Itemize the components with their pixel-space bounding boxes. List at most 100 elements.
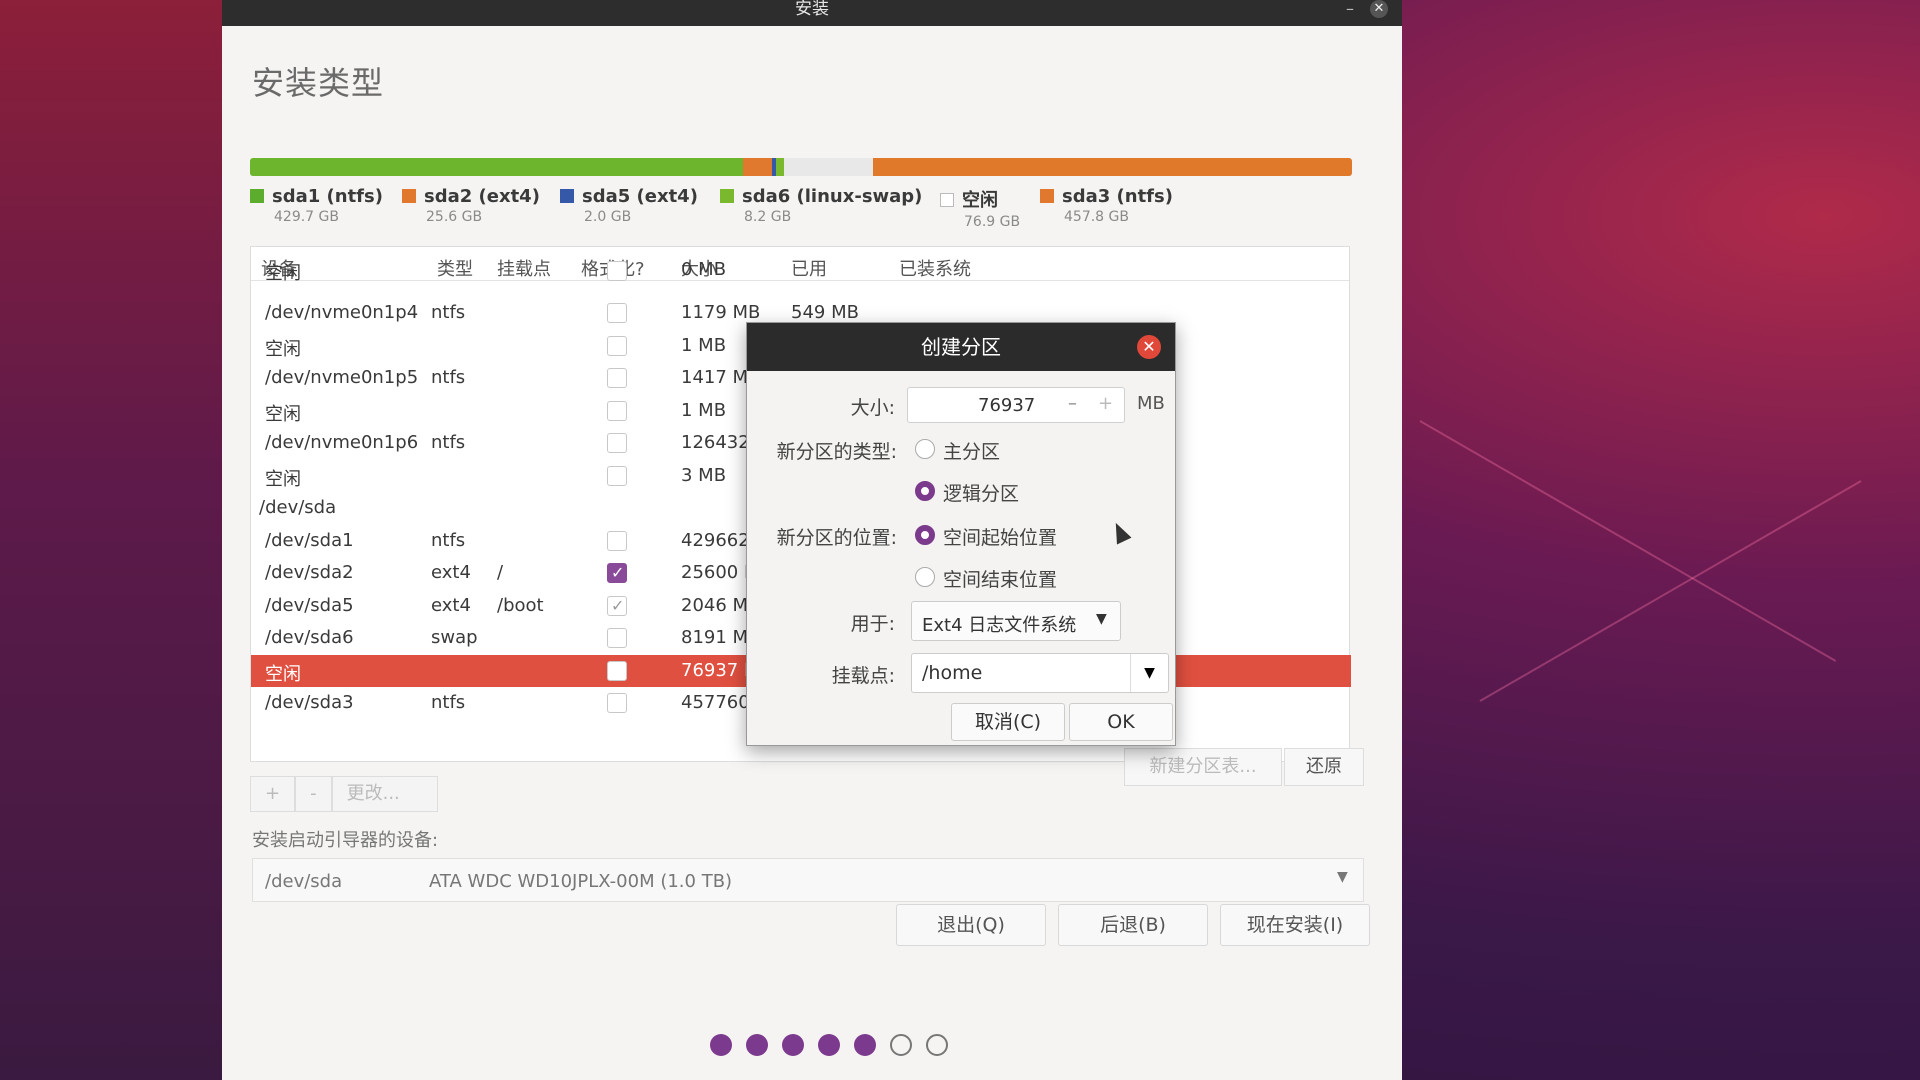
dialog-close-button[interactable]: ✕ — [1137, 335, 1161, 359]
format-checkbox[interactable] — [607, 595, 627, 616]
location-end-radio[interactable] — [915, 567, 935, 587]
mount-point-combo[interactable]: /home ▼ — [911, 653, 1169, 693]
cell-size: 457760 — [681, 692, 750, 713]
primary-partition-radio[interactable] — [915, 439, 935, 459]
cell-type: ntfs — [431, 432, 466, 453]
size-spinbutton[interactable]: 76937 – + — [907, 387, 1125, 423]
format-checkbox[interactable] — [607, 400, 627, 421]
legend-item: 空闲 76.9 GB — [940, 186, 1020, 230]
new-partition-table-button[interactable]: 新建分区表... — [1124, 748, 1282, 786]
progress-dot — [710, 1034, 732, 1056]
format-checkbox[interactable] — [607, 335, 627, 356]
legend-swatch — [720, 189, 734, 203]
legend-name: sda3 (ntfs) — [1062, 186, 1173, 207]
format-checkbox[interactable] — [607, 433, 627, 453]
format-checkbox[interactable] — [607, 660, 627, 681]
cell-device: /dev/nvme0n1p4 — [265, 302, 419, 323]
bootloader-device-select[interactable]: /dev/sda ATA WDC WD10JPLX-00M (1.0 TB) ▼ — [252, 858, 1364, 902]
use-as-value: Ext4 日志文件系统 — [922, 615, 1077, 636]
legend-size: 429.7 GB — [274, 209, 339, 225]
location-end-label[interactable]: 空间结束位置 — [943, 565, 1057, 592]
background-decoration — [1479, 480, 1862, 702]
use-as-label: 用于: — [850, 613, 895, 635]
format-checkbox[interactable] — [607, 693, 627, 713]
format-checkbox[interactable] — [607, 303, 627, 323]
cell-device: /dev/sda1 — [265, 529, 354, 551]
legend-swatch — [250, 189, 264, 203]
format-checkbox[interactable] — [607, 465, 627, 486]
format-checkbox[interactable] — [607, 530, 627, 551]
add-partition-button[interactable]: + — [250, 776, 296, 812]
partition-bar-segment — [872, 158, 1352, 176]
cell-device: /dev/sda — [259, 497, 337, 518]
dialog-cancel-button[interactable]: 取消(C) — [951, 703, 1065, 741]
cell-size: 0 MB — [681, 259, 727, 280]
page-title: 安装类型 — [252, 64, 385, 102]
partition-bar-segment — [784, 158, 873, 176]
window-titlebar: 安装 – ✕ — [222, 0, 1402, 26]
cell-size: 8191 M — [681, 627, 749, 648]
legend-name: sda1 (ntfs) — [272, 186, 383, 207]
cell-type: ntfs — [431, 529, 466, 551]
quit-button[interactable]: 退出(Q) — [896, 904, 1046, 946]
legend-item: sda2 (ext4) 25.6 GB — [402, 186, 540, 225]
logical-partition-radio[interactable] — [915, 481, 935, 501]
legend-name: sda6 (linux-swap) — [742, 186, 923, 207]
legend-size: 457.8 GB — [1064, 209, 1129, 225]
logical-partition-label[interactable]: 逻辑分区 — [943, 479, 1019, 506]
location-begin-label[interactable]: 空间起始位置 — [943, 523, 1057, 550]
cell-size: 25600 I — [681, 562, 750, 583]
minimize-button[interactable]: – — [1346, 0, 1354, 18]
format-checkbox[interactable] — [607, 563, 627, 583]
legend-size: 76.9 GB — [964, 214, 1021, 230]
table-row[interactable]: 空闲 0 MB — [251, 259, 1351, 285]
partition-legend: sda1 (ntfs) 429.7 GB sda2 (ext4) 25.6 GB… — [250, 186, 1360, 230]
cell-size: 1179 MB — [681, 302, 761, 323]
legend-name: 空闲 — [962, 190, 998, 211]
bootloader-label: 安装启动引导器的设备: — [252, 830, 439, 851]
format-checkbox[interactable] — [607, 368, 627, 388]
progress-dot — [746, 1034, 768, 1056]
cell-size: 76937 I — [681, 659, 750, 681]
revert-button[interactable]: 还原 — [1284, 748, 1364, 786]
legend-item: sda5 (ext4) 2.0 GB — [560, 186, 698, 225]
legend-swatch — [402, 189, 416, 203]
progress-dot — [854, 1034, 876, 1056]
increment-button[interactable]: + — [1098, 393, 1113, 414]
progress-dot — [890, 1034, 912, 1056]
location-begin-radio[interactable] — [915, 525, 935, 545]
chevron-down-icon[interactable]: ▼ — [1130, 654, 1168, 692]
bootloader-description: ATA WDC WD10JPLX-00M (1.0 TB) — [429, 871, 733, 892]
partition-bar — [250, 158, 1352, 176]
legend-size: 8.2 GB — [744, 209, 792, 225]
partition-bar-segment — [250, 158, 743, 176]
use-as-select[interactable]: Ext4 日志文件系统 ▼ — [911, 601, 1121, 641]
cell-size: 126432 — [681, 432, 750, 453]
remove-partition-button[interactable]: - — [295, 776, 332, 812]
legend-swatch — [1040, 189, 1054, 203]
legend-size: 2.0 GB — [584, 209, 632, 225]
size-value[interactable]: 76937 — [978, 395, 1035, 416]
format-checkbox[interactable] — [607, 628, 627, 648]
cell-type: ntfs — [431, 302, 466, 323]
type-label: 新分区的类型: — [776, 441, 897, 463]
primary-partition-label[interactable]: 主分区 — [943, 437, 1000, 464]
window-close-button[interactable]: ✕ — [1370, 0, 1388, 18]
dialog-ok-button[interactable]: OK — [1069, 703, 1173, 741]
cell-size: 429662 — [681, 529, 750, 551]
decrement-button[interactable]: – — [1068, 393, 1077, 414]
cell-device: 空闲 — [265, 338, 301, 360]
change-partition-button[interactable]: 更改... — [331, 776, 438, 812]
cell-device: /dev/sda2 — [265, 562, 354, 583]
install-now-button[interactable]: 现在安装(I) — [1220, 904, 1370, 946]
dialog-title: 创建分区 — [921, 335, 1001, 359]
back-button[interactable]: 后退(B) — [1058, 904, 1208, 946]
cell-device: /dev/nvme0n1p6 — [265, 432, 419, 453]
format-checkbox[interactable] — [607, 261, 627, 281]
cell-type: ntfs — [431, 692, 466, 713]
table-toolbar: + - 更改... — [250, 776, 438, 812]
desktop-background-left — [0, 0, 225, 1080]
progress-dot — [818, 1034, 840, 1056]
mount-point-input[interactable]: /home — [922, 662, 982, 684]
location-label: 新分区的位置: — [776, 527, 897, 549]
